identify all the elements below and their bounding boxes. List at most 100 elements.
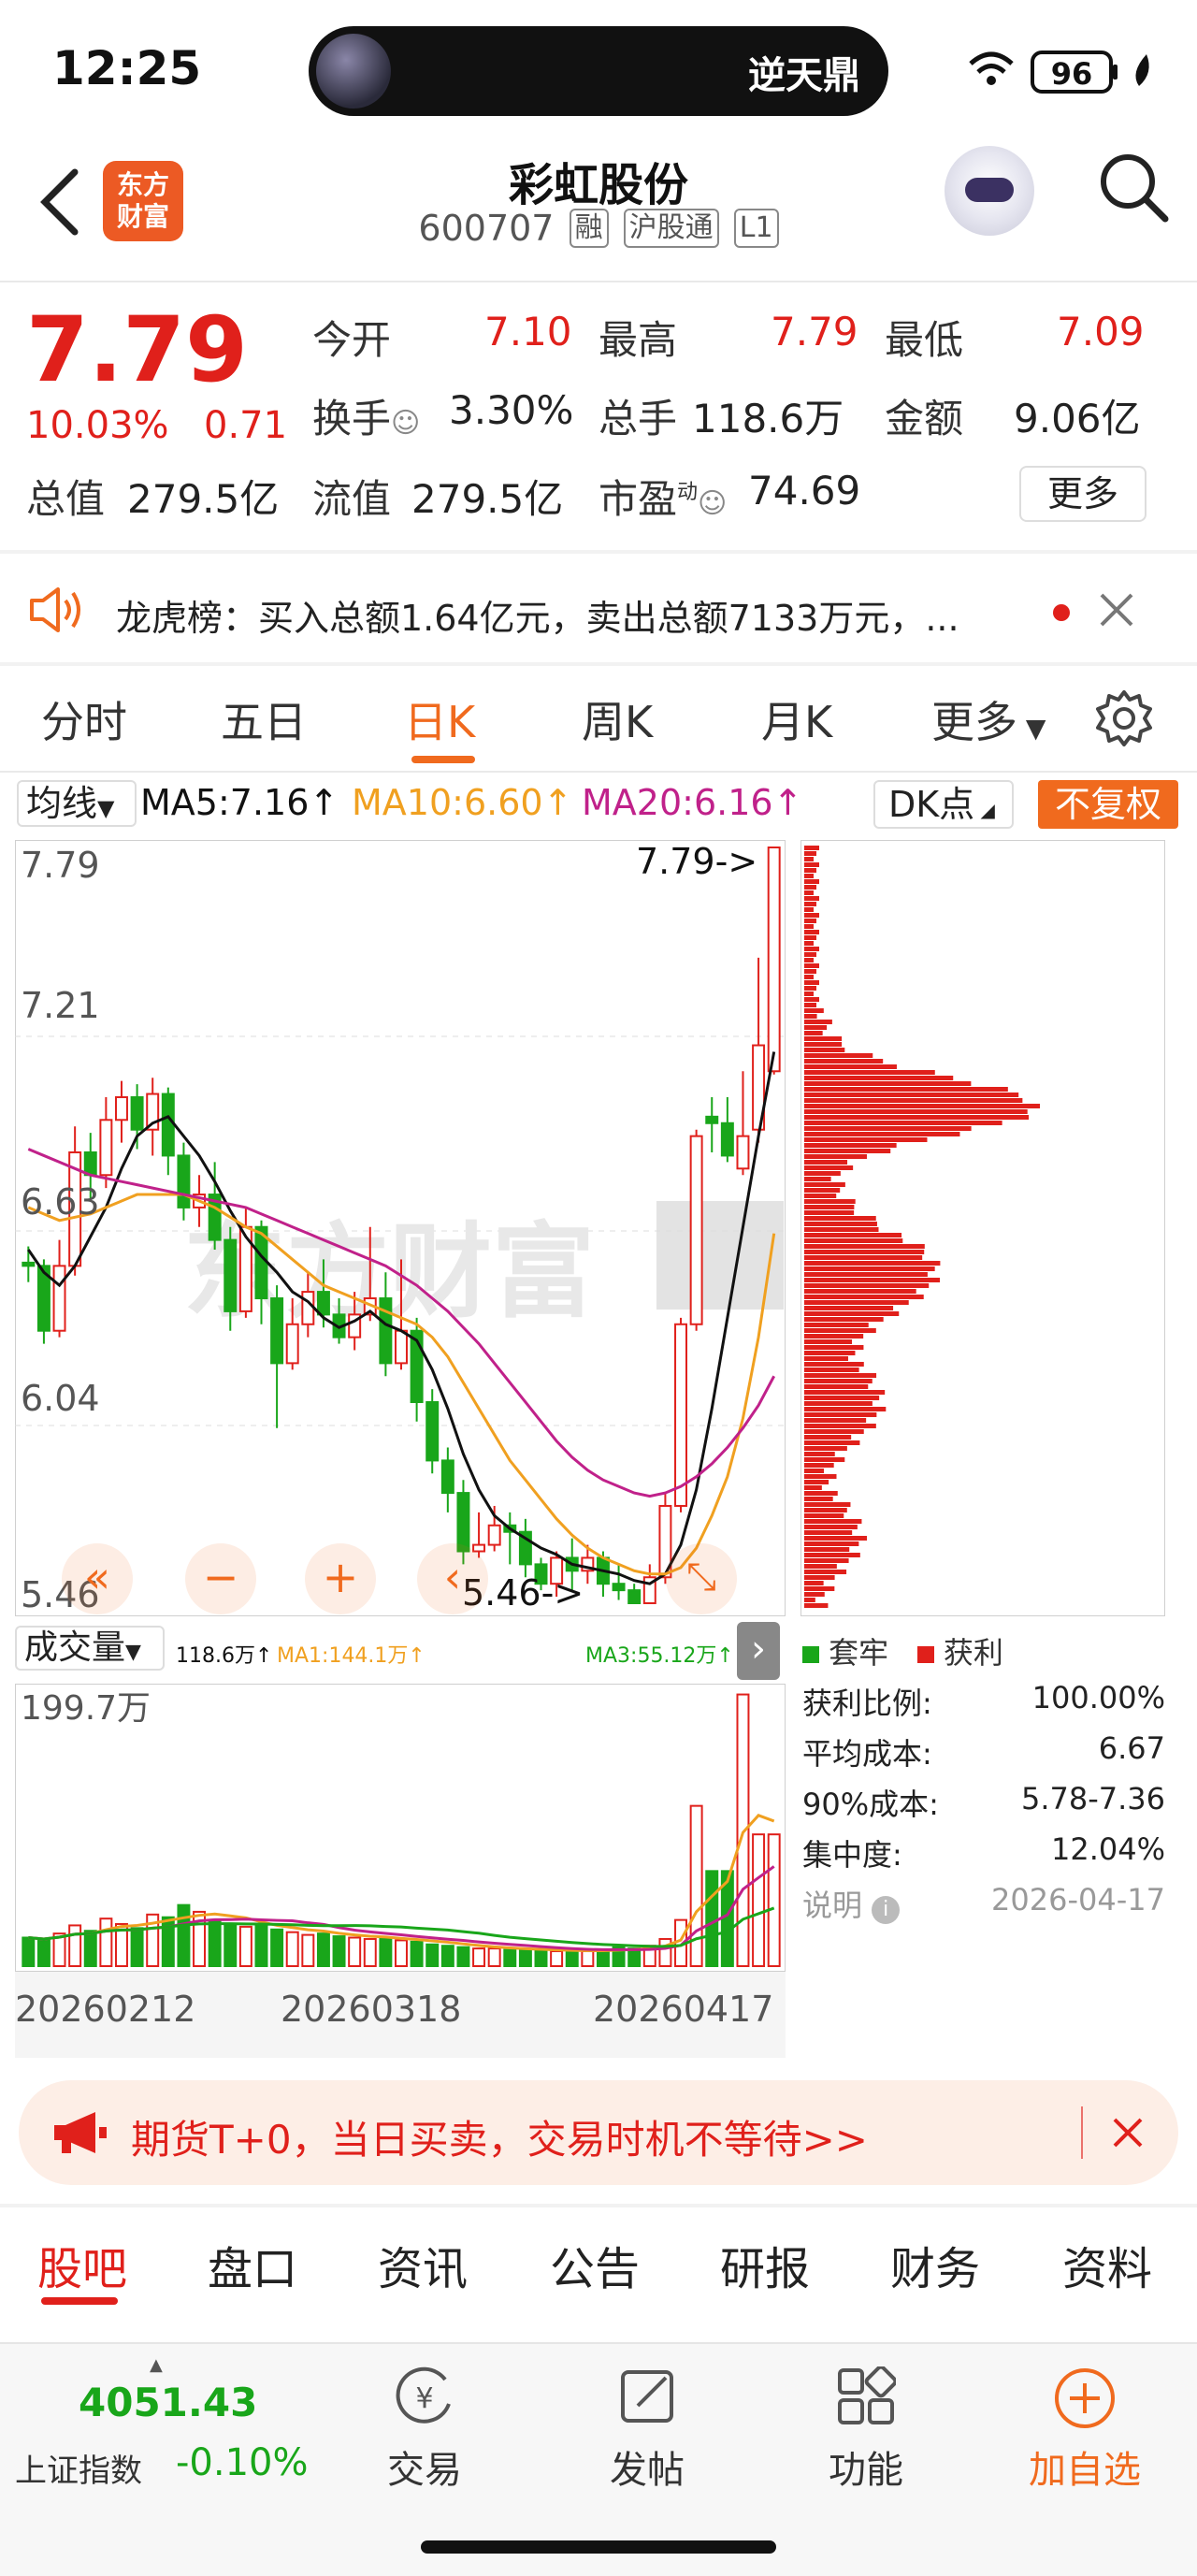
chip-stat-value: 12.04% (1050, 1831, 1165, 1867)
assistant-robot-icon[interactable] (945, 146, 1034, 236)
chip-bar (804, 862, 819, 867)
candle-body (270, 1297, 284, 1365)
volume-bar (410, 1940, 424, 1967)
tab-weekly-k[interactable]: 周K (582, 688, 653, 750)
nav-post[interactable]: 发帖 (572, 2353, 722, 2540)
chip-bar (804, 1003, 816, 1007)
turnover-label[interactable]: 换手☺ (312, 387, 420, 444)
index-value[interactable]: 4051.43 (79, 2380, 257, 2425)
dynamic-island[interactable]: 逆天鼎 (309, 26, 888, 116)
date-axis: 20260212 20260318 20260417 (15, 1972, 786, 2058)
chip-bar (804, 1149, 891, 1153)
dragon-tiger-notice[interactable]: 龙虎榜：买入总额1.64亿元，卖出总额7133万元，... (0, 569, 1197, 647)
chip-bar (804, 1227, 879, 1232)
y-label-2: 7.21 (21, 985, 100, 1026)
price-adjust-button[interactable]: 不复权 (1038, 780, 1178, 829)
scroll-left-icon[interactable]: « (62, 1543, 133, 1614)
volume-ma3: MA3:55.12万↑ (585, 1644, 734, 1668)
tab-guba[interactable]: 股吧 (37, 2232, 127, 2297)
chip-bar (804, 1384, 869, 1389)
zoom-out-icon[interactable]: − (185, 1543, 256, 1614)
chip-note-row[interactable]: 说明 i 2026-04-17 (802, 1882, 1167, 1932)
volume-bar (627, 1947, 642, 1967)
chip-bar (804, 1323, 869, 1327)
tab-finance[interactable]: 财务 (890, 2232, 980, 2297)
chip-bar (804, 1295, 924, 1299)
chip-stat-label: 平均成本: (802, 1736, 932, 1772)
volume-bar (332, 1935, 346, 1967)
chip-bar (804, 1272, 928, 1277)
nav-post-label: 发帖 (610, 2449, 685, 2492)
tab-more[interactable]: 更多 ▼ (931, 688, 1046, 750)
candle-body (689, 1135, 703, 1325)
volume-bar (99, 1918, 113, 1968)
kline-chart[interactable]: 东方财富 7.79 7.21 6.63 6.04 5.46 7.79-> 5.4… (15, 840, 786, 1616)
chip-bar (804, 1132, 960, 1136)
tab-profile[interactable]: 资料 (1062, 2232, 1152, 2297)
chip-bar (804, 1418, 867, 1423)
close-icon[interactable] (1096, 589, 1137, 630)
candle-body (161, 1093, 175, 1157)
chip-bar (804, 1059, 884, 1064)
fullscreen-icon[interactable]: ⤡ (666, 1543, 737, 1614)
tab-intraday[interactable]: 分时 (41, 688, 127, 750)
expand-right-icon[interactable]: › (737, 1622, 780, 1680)
tab-research[interactable]: 研报 (720, 2232, 810, 2297)
candle-body (22, 1261, 36, 1267)
close-icon[interactable] (1111, 2116, 1145, 2149)
volume-bar (472, 1947, 486, 1967)
candle-body (720, 1122, 734, 1157)
candle-body (627, 1589, 642, 1605)
zoom-in-icon[interactable]: + (305, 1543, 376, 1614)
y-label-max: 7.79 (21, 845, 100, 886)
index-arrow-icon: ▲ (150, 2355, 163, 2375)
chip-bar (804, 1210, 855, 1215)
chip-bar (804, 1081, 972, 1086)
chip-bar (804, 1233, 902, 1237)
legend-profit: 获利 (943, 1635, 1003, 1671)
chip-bar (804, 1048, 845, 1052)
tab-monthly-k[interactable]: 月K (761, 688, 832, 750)
tab-news[interactable]: 资讯 (378, 2232, 468, 2297)
candle-body (425, 1400, 440, 1462)
chip-bar (804, 1104, 1041, 1108)
pe-label[interactable]: 市盈动☺ (598, 468, 727, 525)
volume-bar (705, 1870, 719, 1967)
volume-chart[interactable]: 199.7万 (15, 1684, 786, 1972)
chip-bar (804, 1491, 838, 1496)
search-icon[interactable] (1096, 150, 1171, 224)
y-label-4: 6.04 (21, 1378, 100, 1419)
tab-daily-k[interactable]: 日K (404, 688, 475, 750)
settings-gear-icon[interactable] (1094, 688, 1154, 748)
chip-bar (804, 941, 814, 946)
chip-bar (804, 986, 816, 991)
info-icon: ☺ (391, 407, 421, 440)
nav-add-watchlist[interactable]: 加自选 (1010, 2353, 1160, 2540)
more-quote-button[interactable]: 更多 (1019, 466, 1147, 522)
megaphone-icon (54, 2112, 107, 2153)
volume-bar (767, 1833, 781, 1967)
mktcap-label: 总值 (26, 476, 106, 522)
step-left-icon[interactable]: ‹ (417, 1543, 488, 1614)
volume-indicator-selector[interactable]: 成交量▼ (15, 1626, 165, 1671)
indicator-selector[interactable]: 均线▼ (17, 780, 137, 827)
candle-body (705, 1115, 719, 1124)
chip-bar (804, 1222, 877, 1226)
index-name[interactable]: 上证指数 (15, 2445, 142, 2491)
chip-bar (804, 969, 816, 974)
chip-bar (804, 1435, 852, 1440)
chip-distribution-chart[interactable] (800, 840, 1165, 1616)
chip-bar (804, 913, 819, 918)
chip-bar (804, 930, 819, 934)
futures-ad-banner[interactable]: 期货T+0，当日买卖，交易时机不等待>> (19, 2080, 1178, 2185)
tab-pankou[interactable]: 盘口 (208, 2232, 297, 2297)
volume-bar (36, 1939, 50, 1967)
tab-five-day[interactable]: 五日 (221, 688, 307, 750)
dk-point-selector[interactable]: DK点 ◢ (873, 780, 1014, 829)
nav-functions[interactable]: 功能 (791, 2353, 941, 2540)
volume-bar (425, 1943, 440, 1967)
index-change[interactable]: -0.10% (176, 2441, 309, 2484)
volume-value: 118.6万↑ (176, 1644, 273, 1668)
nav-trade[interactable]: ¥ 交易 (350, 2353, 499, 2540)
tab-announcements[interactable]: 公告 (550, 2232, 640, 2297)
